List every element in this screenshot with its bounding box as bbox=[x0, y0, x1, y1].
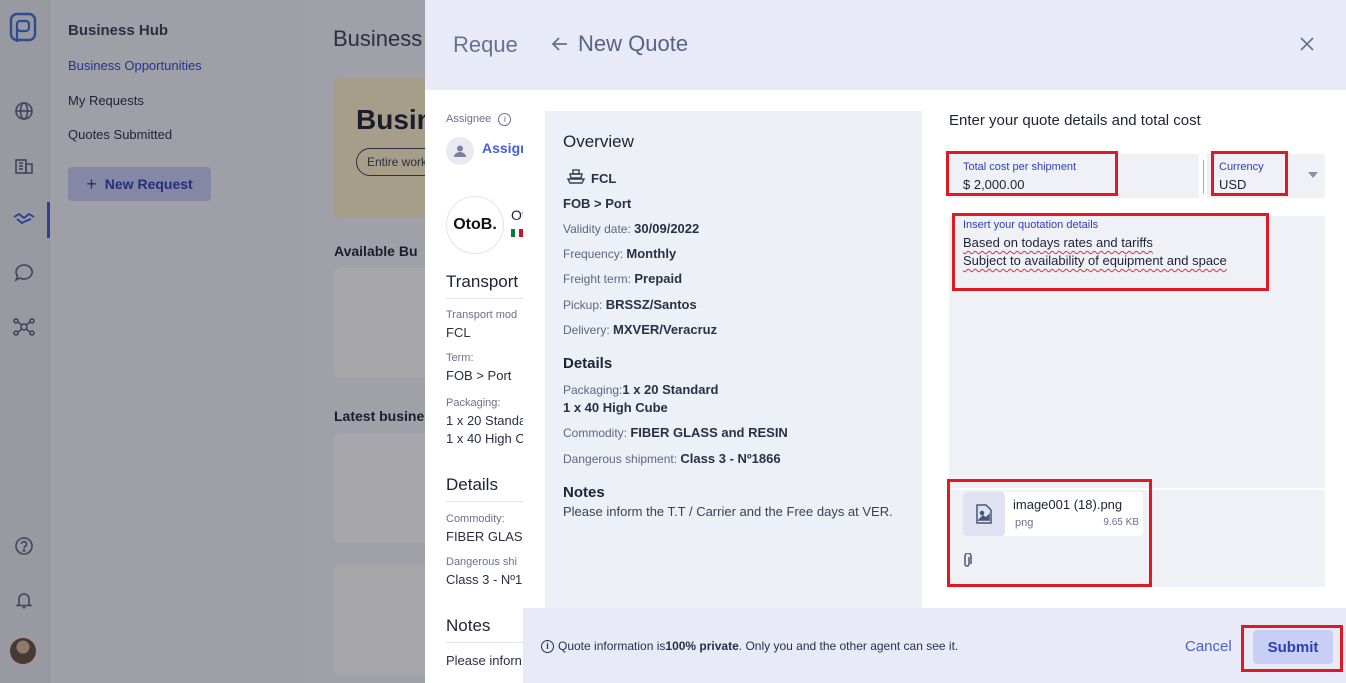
mexico-flag-icon bbox=[511, 229, 523, 237]
modal-title: New Quote bbox=[578, 31, 689, 56]
overview-packaging-2: 1 x 40 High Cube bbox=[563, 400, 668, 415]
attachment-name: image001 (18).png bbox=[1013, 497, 1123, 512]
quotation-details-label: Insert your quotation details bbox=[963, 219, 1099, 231]
image-file-icon bbox=[963, 492, 1005, 536]
packaging-value-2: 1 x 40 High C bbox=[446, 431, 525, 446]
overview-details-heading: Details bbox=[563, 355, 613, 372]
notes-value: Please inforn bbox=[446, 653, 522, 668]
overview-commodity: Commodity: FIBER GLASS and RESIN bbox=[563, 425, 788, 440]
form-title: Enter your quote details and total cost bbox=[949, 112, 1201, 129]
term-value: FOB > Port bbox=[446, 368, 512, 383]
request-title: Reque bbox=[453, 32, 518, 57]
overview-term: FOB > Port bbox=[563, 196, 632, 211]
close-icon[interactable] bbox=[1299, 32, 1315, 58]
transport-mode-label: Transport mod bbox=[446, 309, 518, 321]
overview-packaging: Packaging:1 x 20 Standard bbox=[563, 382, 719, 397]
overview-panel: Overview FCL FOB > Port Validity date: 3… bbox=[545, 111, 922, 608]
overview-delivery: Delivery: MXVER/Veracruz bbox=[563, 322, 718, 337]
ship-icon bbox=[566, 169, 586, 190]
field-separator bbox=[1203, 160, 1204, 194]
quotation-details-text[interactable]: Based on todays rates and tariffs Subjec… bbox=[963, 234, 1227, 270]
commodity-label: Commodity: bbox=[446, 513, 505, 525]
overview-freight-term: Freight term: Prepaid bbox=[563, 271, 683, 286]
user-icon bbox=[446, 137, 474, 165]
total-cost-label: Total cost per shipment bbox=[963, 161, 1077, 173]
chevron-down-icon[interactable] bbox=[1308, 172, 1318, 178]
overview-frequency: Frequency: Monthly bbox=[563, 246, 677, 261]
dangerous-label: Dangerous shi bbox=[446, 556, 517, 568]
packaging-label: Packaging: bbox=[446, 397, 501, 409]
currency-value[interactable]: USD bbox=[1219, 177, 1246, 192]
total-cost-value[interactable]: $ 2,000.00 bbox=[963, 177, 1024, 192]
packaging-value-1: 1 x 20 Standa bbox=[446, 413, 527, 428]
attachment-item[interactable]: image001 (18).png png 9.65 KB bbox=[963, 492, 1143, 536]
transport-heading: Transport bbox=[446, 272, 519, 291]
term-label: Term: bbox=[446, 352, 474, 364]
company-logo: OtoB. bbox=[446, 196, 504, 254]
currency-label: Currency bbox=[1219, 161, 1264, 173]
notes-heading: Notes bbox=[446, 616, 491, 635]
paperclip-icon[interactable] bbox=[961, 552, 973, 574]
overview-mode: FCL bbox=[591, 171, 617, 186]
overview-validity: Validity date: 30/09/2022 bbox=[563, 221, 700, 236]
overview-heading: Overview bbox=[563, 132, 634, 151]
overview-pickup: Pickup: BRSSZ/Santos bbox=[563, 297, 697, 312]
cancel-button[interactable]: Cancel bbox=[1185, 638, 1232, 655]
assign-link[interactable]: Assign bbox=[482, 140, 529, 156]
assignee-label: Assignee i bbox=[446, 113, 512, 126]
overview-dangerous: Dangerous shipment: Class 3 - Nº1866 bbox=[563, 451, 781, 466]
arrow-left-icon[interactable] bbox=[551, 33, 569, 59]
total-cost-field[interactable]: Total cost per shipment $ 2,000.00 bbox=[949, 154, 1199, 198]
overview-notes-heading: Notes bbox=[563, 484, 605, 501]
new-quote-modal: New Quote Overview FCL FOB > Port Validi… bbox=[523, 0, 1346, 683]
submit-button[interactable]: Submit bbox=[1253, 630, 1333, 664]
dangerous-value: Class 3 - Nº1 bbox=[446, 572, 523, 587]
details-heading: Details bbox=[446, 475, 498, 494]
modal-footer: i Quote information is 100% private. Onl… bbox=[523, 608, 1346, 683]
attachment-type: png bbox=[1015, 517, 1034, 529]
transport-mode-value: FCL bbox=[446, 325, 471, 340]
overview-notes: Please inform the T.T / Carrier and the … bbox=[563, 504, 893, 519]
attachment-size: 9.65 KB bbox=[1103, 517, 1139, 528]
info-icon: i bbox=[541, 639, 554, 653]
info-icon: i bbox=[498, 113, 512, 126]
privacy-note: i Quote information is 100% private. Onl… bbox=[541, 639, 958, 653]
commodity-value: FIBER GLASS bbox=[446, 529, 532, 544]
